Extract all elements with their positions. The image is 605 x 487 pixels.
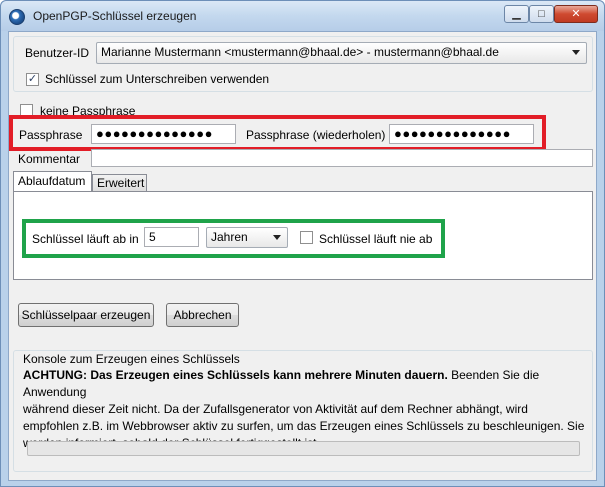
signing-checkbox-label: Schlüssel zum Unterschreiben verwenden — [45, 72, 270, 86]
never-expires-label: Schlüssel läuft nie ab — [319, 232, 433, 246]
chevron-down-icon — [572, 50, 580, 55]
console-output: ACHTUNG: Das Erzeugen eines Schlüssels k… — [23, 367, 589, 452]
tab-ablaufdatum[interactable]: Ablaufdatum — [13, 171, 92, 192]
signing-checkbox-box[interactable]: ✓ — [26, 73, 39, 86]
signing-checkbox[interactable]: ✓ — [26, 71, 39, 86]
never-expires-checkbox[interactable] — [300, 231, 313, 247]
user-id-label: Benutzer-ID — [25, 46, 90, 60]
expiry-unit-value: Jahren — [211, 230, 248, 244]
passphrase-highlight-box — [9, 115, 546, 151]
minimize-button[interactable]: ▁ — [504, 5, 529, 23]
comment-label: Kommentar — [18, 152, 81, 166]
cancel-button[interactable]: Abbrechen — [166, 303, 239, 327]
console-warning: ACHTUNG: Das Erzeugen eines Schlüssels k… — [23, 368, 448, 382]
console-line-1: ACHTUNG: Das Erzeugen eines Schlüssels k… — [23, 367, 589, 401]
console-title: Konsole zum Erzeugen eines Schlüssels — [23, 352, 240, 366]
console-line-2: während dieser Zeit nicht. Da der Zufall… — [23, 402, 528, 416]
tab-erweitert[interactable]: Erweitert — [92, 174, 147, 192]
expiry-unit-select[interactable]: Jahren — [206, 227, 288, 248]
generate-keypair-button[interactable]: Schlüsselpaar erzeugen — [18, 303, 154, 327]
user-id-selected-value: Marianne Mustermann <mustermann@bhaal.de… — [101, 45, 499, 59]
user-id-select[interactable]: Marianne Mustermann <mustermann@bhaal.de… — [96, 42, 587, 64]
window-title: OpenPGP-Schlüssel erzeugen — [33, 9, 197, 23]
dialog-content: Benutzer-ID Marianne Mustermann <musterm… — [8, 31, 597, 481]
never-expires-checkbox-box[interactable] — [300, 231, 313, 244]
dialog-window: OpenPGP-Schlüssel erzeugen ▁ □ ✕ Benutze… — [0, 0, 605, 487]
console-line-3: empfohlen z.B. im Webbrowser aktiv zu su… — [23, 419, 585, 433]
openpgp-app-icon — [9, 9, 25, 25]
maximize-button[interactable]: □ — [529, 5, 554, 23]
progress-bar — [27, 441, 580, 456]
title-bar[interactable]: OpenPGP-Schlüssel erzeugen ▁ □ ✕ — [1, 1, 604, 31]
close-button[interactable]: ✕ — [554, 5, 598, 23]
expiry-label: Schlüssel läuft ab in — [32, 232, 139, 246]
expiry-value-input[interactable]: 5 — [144, 227, 199, 247]
chevron-down-icon — [273, 235, 281, 240]
comment-input[interactable] — [91, 149, 593, 167]
